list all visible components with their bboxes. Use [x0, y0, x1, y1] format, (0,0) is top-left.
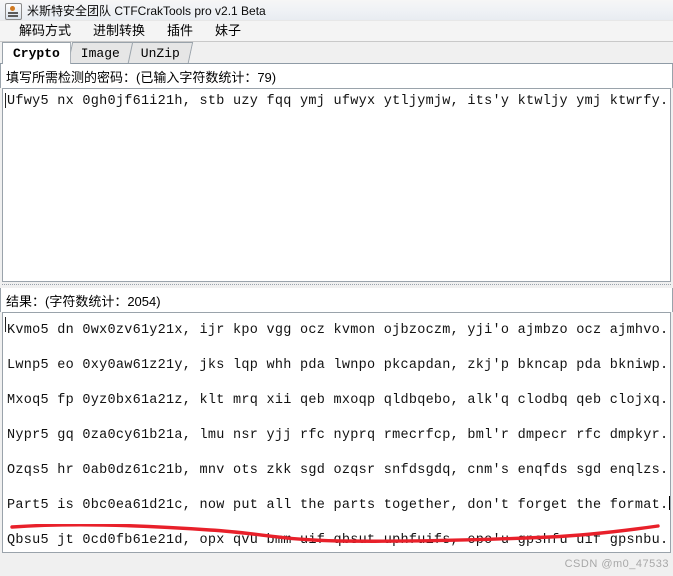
menu-bar: 解码方式 进制转换 插件 妹子 — [0, 20, 673, 42]
panel-splitter[interactable] — [0, 282, 673, 288]
result-line: Lwnp5 eo 0xy0aw61z21y, jks lqp whh pda l… — [7, 358, 669, 373]
result-output-area[interactable]: Kvmo5 dn 0wx0zv61y21x, ijr kpo vgg ocz k… — [2, 312, 671, 553]
menu-item-girls[interactable]: 妹子 — [204, 22, 252, 41]
tab-image-label: Image — [80, 46, 120, 61]
text-caret — [5, 93, 6, 108]
menu-item-decode-method[interactable]: 解码方式 — [8, 22, 82, 41]
app-icon — [5, 2, 22, 20]
tab-unzip[interactable]: UnZip — [128, 42, 193, 63]
input-panel-label: 填写所需检测的密码：(已输入字符数统计：79) — [0, 64, 673, 88]
output-caret — [5, 317, 6, 332]
output-panel-label: 结果：(字符数统计：2054) — [0, 288, 673, 312]
window-title: 米斯特安全团队 CTFCrakTools pro v2.1 Beta — [27, 4, 266, 18]
menu-item-plugins[interactable]: 插件 — [156, 22, 204, 41]
watermark-text: CSDN @m0_47533 — [564, 558, 669, 570]
result-line: Mxoq5 fp 0yz0bx61a21z, klt mrq xii qeb m… — [7, 393, 669, 408]
result-line-highlighted: Part5 is 0bc0ea61d21c, now put all the p… — [7, 496, 670, 513]
result-line: Kvmo5 dn 0wx0zv61y21x, ijr kpo vgg ocz k… — [7, 323, 669, 338]
tab-strip: Crypto Image UnZip — [0, 42, 673, 64]
application-window: 米斯特安全团队 CTFCrakTools pro v2.1 Beta 解码方式 … — [0, 0, 673, 576]
output-text-caret — [669, 496, 670, 510]
password-input-area[interactable]: Ufwy5 nx 0gh0jf61i21h, stb uzy fqq ymj u… — [2, 88, 671, 282]
result-line: Nypr5 gq 0za0cy61b21a, lmu nsr yjj rfc n… — [7, 428, 669, 443]
tab-unzip-label: UnZip — [140, 46, 180, 61]
title-bar: 米斯特安全团队 CTFCrakTools pro v2.1 Beta — [0, 0, 673, 20]
input-text-value: Ufwy5 nx 0gh0jf61i21h, stb uzy fqq ymj u… — [7, 94, 669, 109]
result-line: Ozqs5 hr 0ab0dz61c21b, mnv ots zkk sgd o… — [7, 463, 669, 478]
menu-item-base-convert[interactable]: 进制转换 — [82, 22, 156, 41]
tab-crypto[interactable]: Crypto — [2, 42, 71, 64]
tab-crypto-label: Crypto — [13, 46, 60, 61]
result-line: Qbsu5 jt 0cd0fb61e21d, opx qvu bmm uif q… — [7, 533, 669, 548]
tab-image[interactable]: Image — [68, 42, 133, 63]
